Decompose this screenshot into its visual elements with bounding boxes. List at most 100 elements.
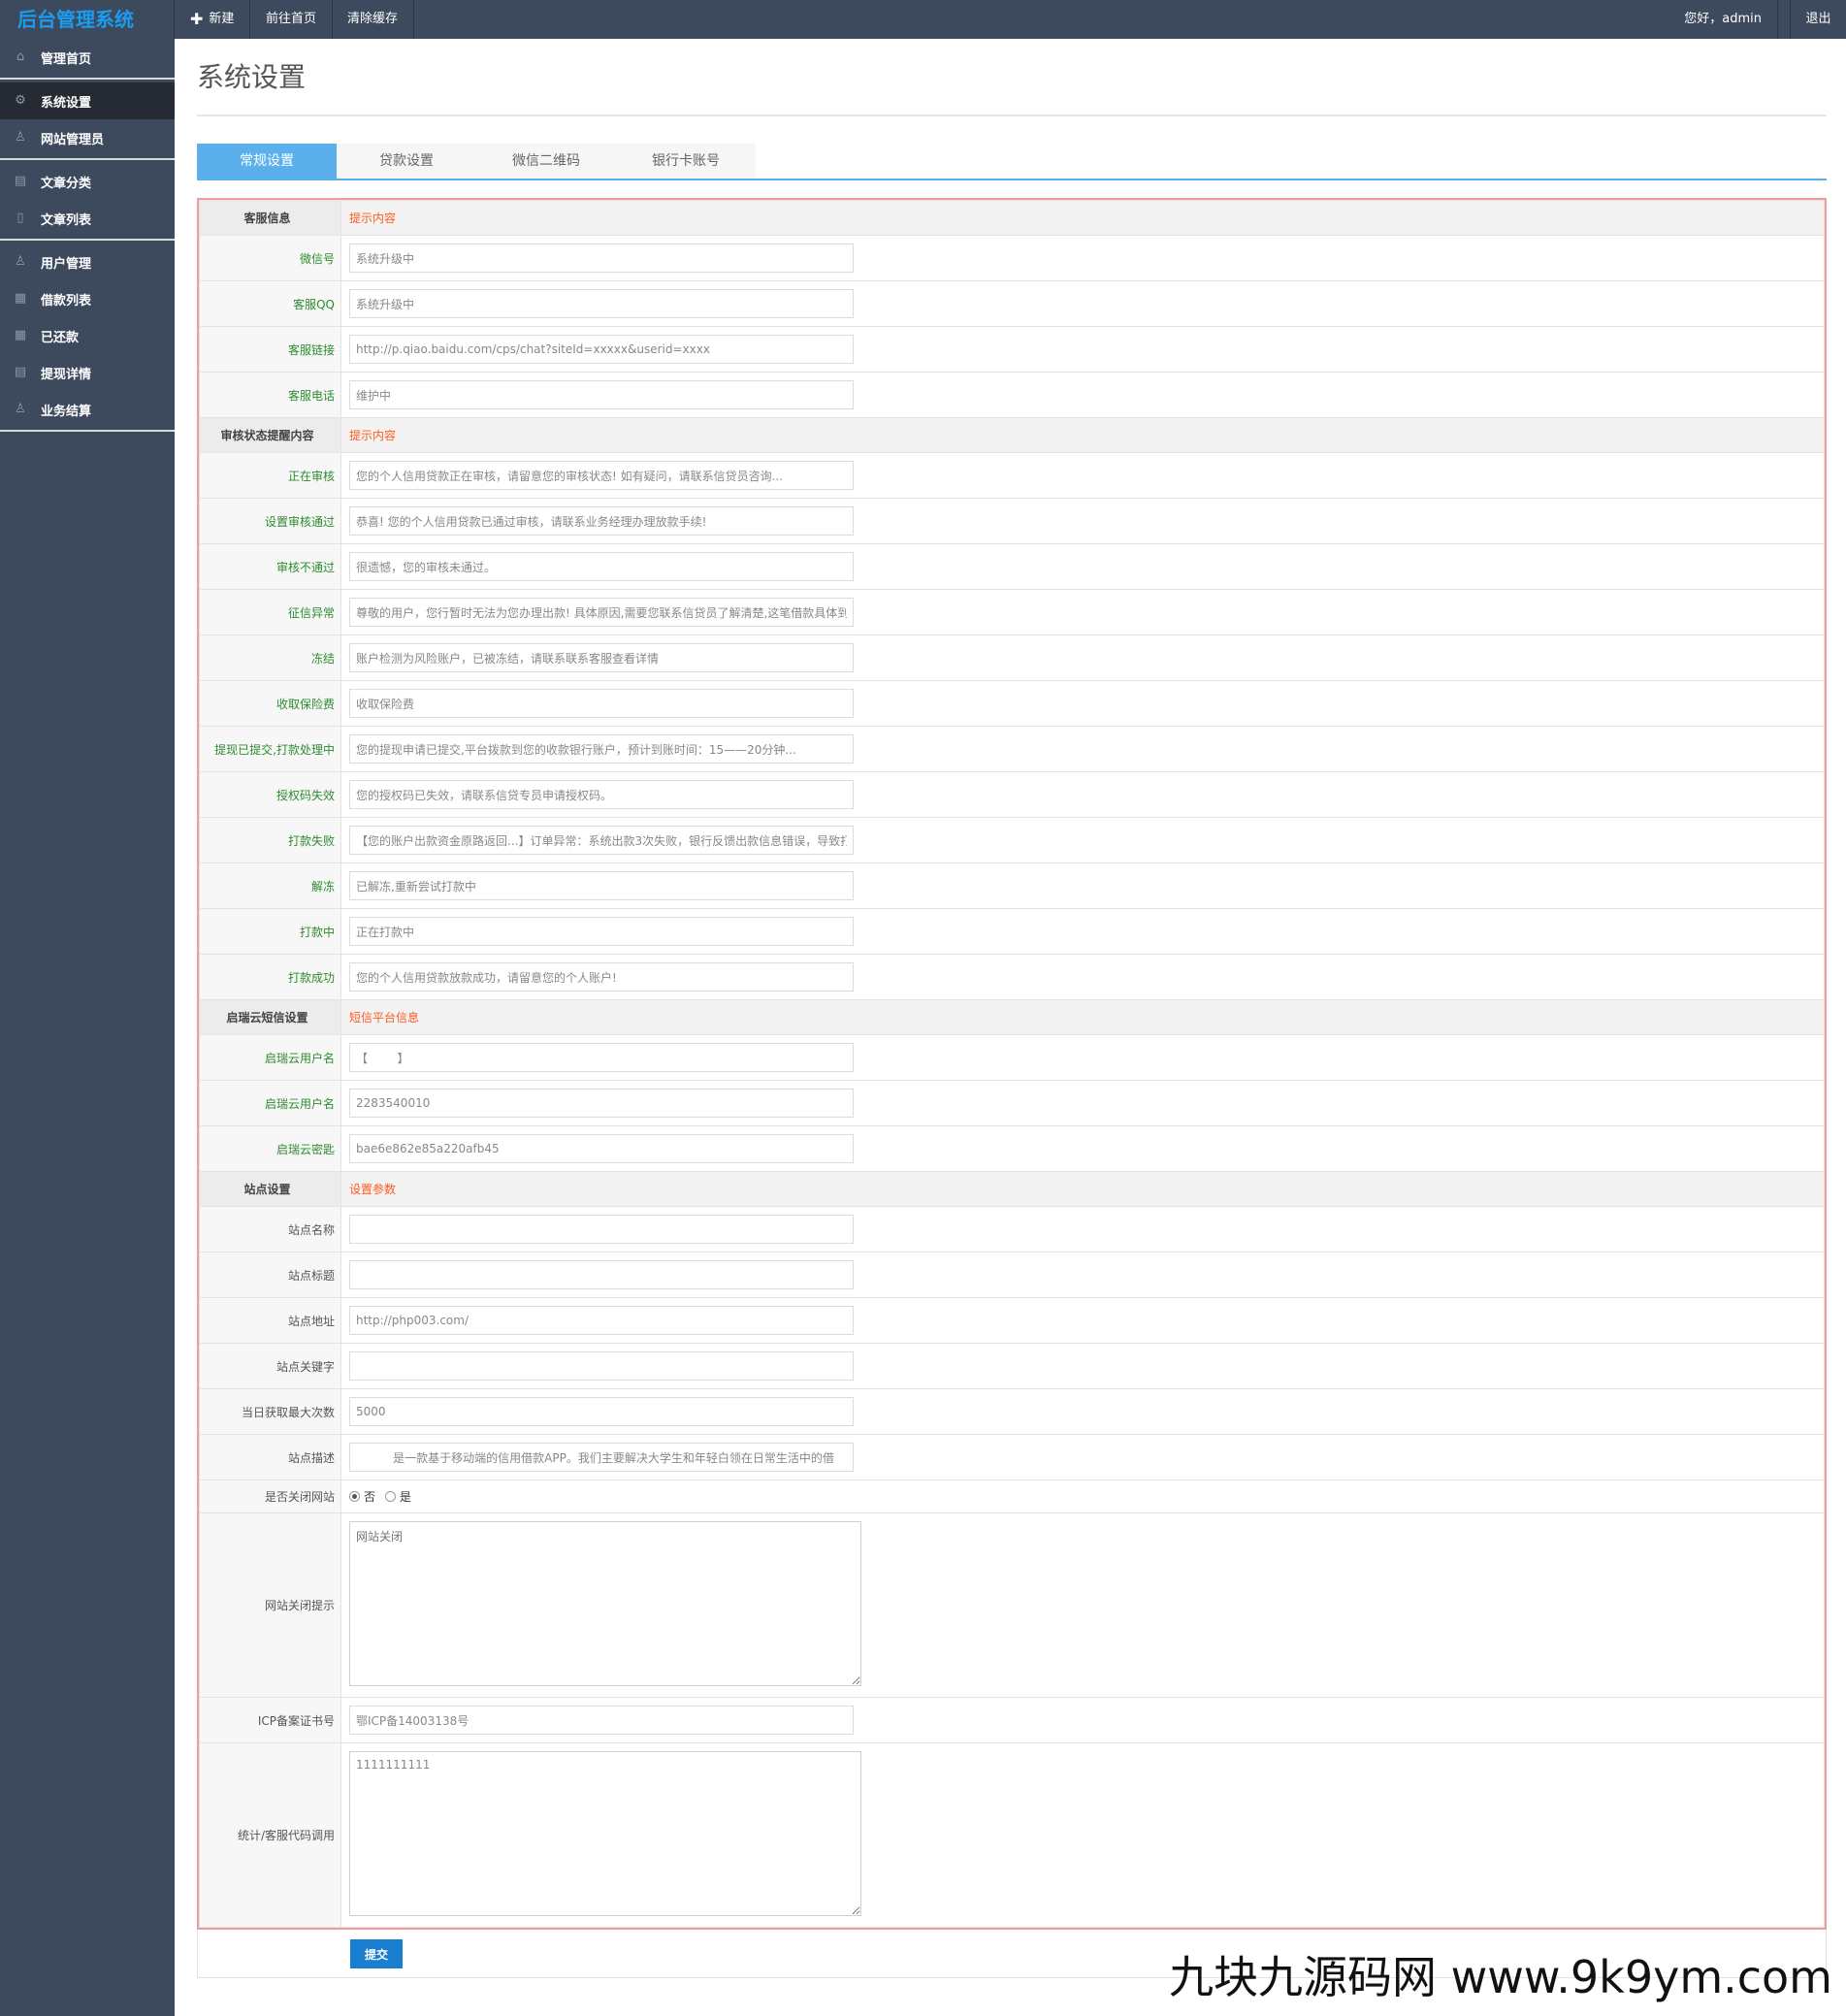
- sidebar-item-article-category[interactable]: ▤ 文章分类: [0, 163, 175, 200]
- sidebar-divider: [0, 430, 175, 432]
- plus-icon: ✚: [190, 10, 204, 28]
- daily-max-input[interactable]: [349, 1397, 854, 1426]
- go-home-button[interactable]: 前往首页: [250, 0, 334, 39]
- sidebar: ⌂ 管理首页 ⚙ 系统设置 ♙ 网站管理员 ▤ 文章分类 ▯ 文章列表 ♙ 用户管理 ▦ 借款…: [0, 39, 175, 2016]
- section-label: 站点设置: [199, 1171, 341, 1207]
- sidebar-divider: [0, 78, 175, 80]
- radio-checked-icon: [349, 1491, 360, 1502]
- field-label: 统计/客服代码调用: [199, 1742, 341, 1928]
- section-row: 客服信息 提示内容: [199, 200, 1825, 236]
- sidebar-item-settlement[interactable]: ♙ 业务结算: [0, 391, 175, 428]
- icp-input[interactable]: [349, 1706, 854, 1735]
- tab-bar: 常规设置 贷款设置 微信二维码 银行卡账号: [197, 144, 1827, 180]
- site-title-input[interactable]: [349, 1260, 854, 1289]
- payment-failed-input[interactable]: [349, 826, 854, 855]
- tab-wechat-qrcode[interactable]: 微信二维码: [476, 144, 616, 179]
- withdraw-processing-input[interactable]: [349, 734, 854, 764]
- settings-form: 客服信息提示内容 微信号 客服QQ 客服链接 客服电话 审核状态提醒内容提示内容…: [197, 198, 1827, 1930]
- insurance-input[interactable]: [349, 689, 854, 718]
- close-site-no-radio[interactable]: 否: [349, 1488, 375, 1505]
- section-hint: 提示内容: [340, 417, 1825, 453]
- rejected-input[interactable]: [349, 552, 854, 581]
- grid-icon: ▦: [14, 291, 27, 306]
- site-name-input[interactable]: [349, 1215, 854, 1244]
- sidebar-item-site-admin[interactable]: ♙ 网站管理员: [0, 119, 175, 156]
- tab-general[interactable]: 常规设置: [197, 144, 337, 179]
- sms-key-input[interactable]: [349, 1134, 854, 1163]
- sidebar-item-label: 借款列表: [41, 293, 92, 309]
- form-row: 站点地址: [199, 1297, 1825, 1344]
- users-icon: ♙: [15, 254, 26, 269]
- form-row: 客服电话: [199, 372, 1825, 418]
- form-row: 启瑞云密匙: [199, 1125, 1825, 1172]
- auth-code-invalid-input[interactable]: [349, 780, 854, 809]
- field-label: 客服QQ: [199, 280, 341, 327]
- section-hint: 短信平台信息: [340, 999, 1825, 1035]
- field-label: 冻结: [199, 634, 341, 681]
- list-icon: ▤: [14, 365, 27, 379]
- qq-input[interactable]: [349, 289, 854, 318]
- payment-success-input[interactable]: [349, 962, 854, 992]
- form-row: 打款成功: [199, 954, 1825, 1000]
- form-row: 设置审核通过: [199, 498, 1825, 544]
- field-label: 打款中: [199, 908, 341, 955]
- new-button[interactable]: ✚ 新建: [175, 0, 251, 39]
- sidebar-item-repaid[interactable]: ▦ 已还款: [0, 317, 175, 354]
- tab-bank-card[interactable]: 银行卡账号: [616, 144, 756, 179]
- radio-unchecked-icon: [384, 1491, 396, 1502]
- form-row: 正在审核: [199, 452, 1825, 499]
- sms-username2-input[interactable]: [349, 1089, 854, 1118]
- site-description-input[interactable]: [349, 1443, 854, 1472]
- site-keywords-input[interactable]: [349, 1351, 854, 1381]
- service-phone-input[interactable]: [349, 380, 854, 409]
- site-url-input[interactable]: [349, 1306, 854, 1335]
- home-icon: ⌂: [16, 49, 25, 64]
- field-label: 站点标题: [199, 1252, 341, 1298]
- new-label: 新建: [209, 12, 235, 26]
- field-label: 启瑞云用户名: [199, 1034, 341, 1081]
- tab-loan-settings[interactable]: 贷款设置: [337, 144, 476, 179]
- field-label: 站点描述: [199, 1434, 341, 1480]
- form-row: 统计/客服代码调用 1111111111: [199, 1742, 1825, 1928]
- sidebar-item-loan-list[interactable]: ▦ 借款列表: [0, 280, 175, 317]
- top-bar: 后台管理系统 ✚ 新建 前往首页 清除缓存 您好，admin 退出: [0, 0, 1846, 39]
- watermark: 九块九源码网 www.9k9ym.com: [1169, 1951, 1832, 2003]
- frozen-input[interactable]: [349, 643, 854, 672]
- wechat-input[interactable]: [349, 244, 854, 273]
- sidebar-item-label: 系统设置: [41, 95, 92, 111]
- close-tip-textarea[interactable]: [349, 1521, 861, 1686]
- stats-code-textarea[interactable]: 1111111111: [349, 1751, 861, 1916]
- passed-input[interactable]: [349, 506, 854, 536]
- section-label: 客服信息: [199, 200, 341, 236]
- sidebar-divider: [0, 158, 175, 160]
- section-row: 启瑞云短信设置 短信平台信息: [199, 999, 1825, 1035]
- main-content: 系统设置 常规设置 贷款设置 微信二维码 银行卡账号 客服信息 提示内容 微信号 …: [197, 39, 1827, 1978]
- sidebar-item-user-management[interactable]: ♙ 用户管理: [0, 244, 175, 280]
- credit-abnormal-input[interactable]: [349, 598, 854, 627]
- grid-icon: ▦: [14, 328, 27, 342]
- logout-button[interactable]: 退出: [1790, 0, 1846, 39]
- close-site-yes-radio[interactable]: 是: [384, 1488, 411, 1505]
- form-row: 解冻: [199, 862, 1825, 909]
- sidebar-item-article-list[interactable]: ▯ 文章列表: [0, 200, 175, 237]
- file-icon: ▯: [16, 211, 24, 225]
- form-row: 客服QQ: [199, 280, 1825, 327]
- submit-button[interactable]: 提交: [350, 1939, 403, 1968]
- form-row: 当日获取最大次数: [199, 1388, 1825, 1435]
- radio-label: 是: [399, 1490, 411, 1504]
- form-row: 站点标题: [199, 1252, 1825, 1298]
- sidebar-item-withdraw-details[interactable]: ▤ 提现详情: [0, 354, 175, 391]
- clear-cache-button[interactable]: 清除缓存: [332, 0, 415, 39]
- field-label: 启瑞云用户名: [199, 1080, 341, 1126]
- sidebar-item-label: 文章分类: [41, 176, 92, 191]
- sidebar-item-label: 已还款: [41, 330, 80, 345]
- paying-input[interactable]: [349, 917, 854, 946]
- form-row: ICP备案证书号: [199, 1697, 1825, 1743]
- sidebar-item-home[interactable]: ⌂ 管理首页: [0, 39, 175, 76]
- reviewing-input[interactable]: [349, 461, 854, 490]
- service-link-input[interactable]: [349, 335, 854, 364]
- sms-username-input[interactable]: [349, 1043, 854, 1072]
- section-label: 审核状态提醒内容: [199, 417, 341, 453]
- sidebar-item-system-settings[interactable]: ⚙ 系统设置: [0, 82, 175, 119]
- unfreeze-input[interactable]: [349, 871, 854, 900]
